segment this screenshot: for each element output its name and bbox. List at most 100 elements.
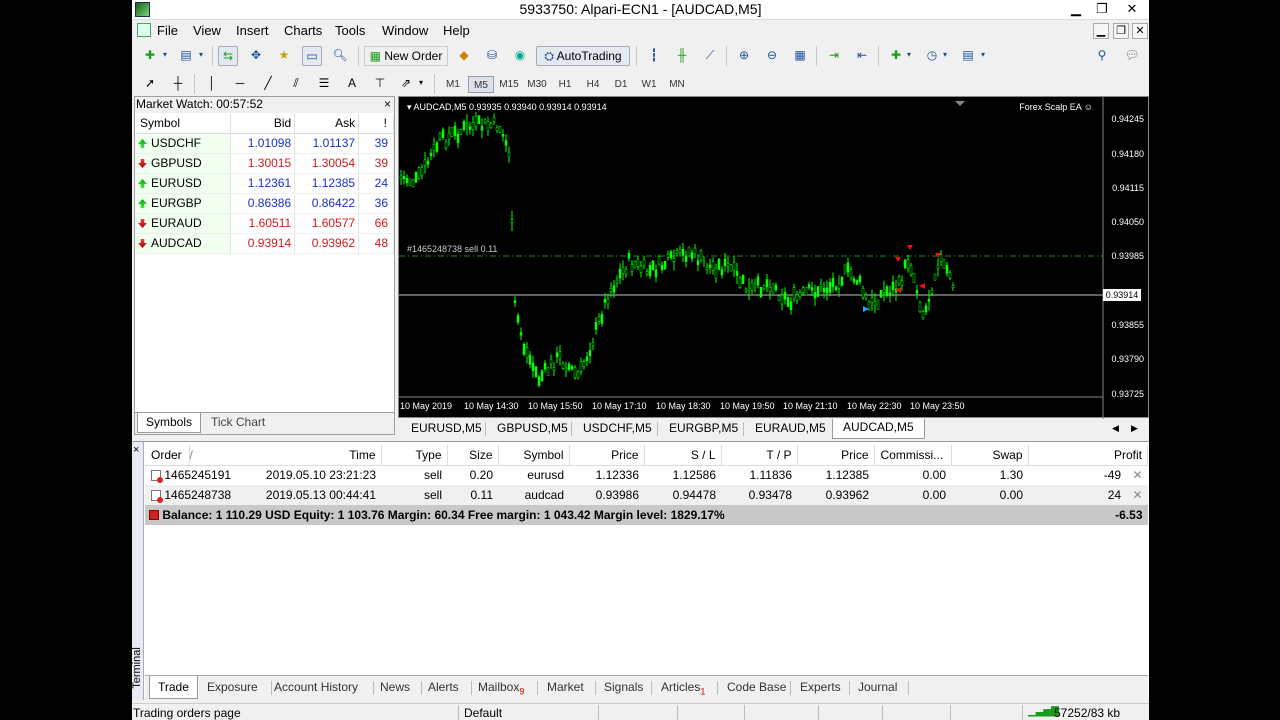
tab-experts[interactable]: Experts [800,680,841,694]
chart-tab-eurusd[interactable]: EURUSD,M5 [411,421,482,435]
col-tp[interactable]: T / P [721,445,798,466]
col-commission[interactable]: Commissi... [874,445,952,466]
col-sl[interactable]: S / L [644,445,722,466]
chart-tab-euraud[interactable]: EURAUD,M5 [755,421,826,435]
col-spread[interactable]: ! [358,114,394,134]
menu-insert[interactable]: Insert [236,23,269,38]
indicators-icon[interactable]: ✚ [886,46,906,66]
crosshair-icon[interactable]: ┼ [168,74,188,94]
trade-row[interactable]: 1465248738 2019.05.13 00:44:41 sell 0.11… [145,485,1148,505]
col-price[interactable]: Price [569,445,645,466]
market-watch-toggle-icon[interactable]: ⇆ [218,46,238,66]
tabs-scroll-left-icon[interactable]: ◀ [1112,423,1119,434]
market-watch-row-euraud[interactable]: EURAUD 1.60511 1.60577 66 [135,213,394,234]
timeframe-mn[interactable]: MN [664,76,690,93]
tabs-scroll-right-icon[interactable]: ▶ [1131,423,1138,434]
candlestick-icon[interactable]: ╫ [672,46,692,66]
timeframe-h1[interactable]: H1 [552,76,578,93]
timeframe-m15[interactable]: M15 [496,76,522,93]
equidistant-channel-icon[interactable]: ⫽ [286,74,306,94]
auto-scroll-icon[interactable]: ⇤ [852,46,872,66]
tab-alerts[interactable]: Alerts [428,680,459,694]
col-symbol[interactable]: Symbol [498,445,570,466]
tab-journal[interactable]: Journal [858,680,897,694]
chat-icon[interactable]: 💬︎ [1122,46,1142,66]
line-chart-icon[interactable]: ⟋ [700,46,720,66]
minimize-icon[interactable]: ▁ [1063,0,1089,18]
timeframe-m1[interactable]: M1 [440,76,466,93]
profile-name[interactable]: Default [464,706,502,720]
tab-mailbox[interactable]: Mailbox9 [478,680,524,696]
tab-account-history[interactable]: Account History [274,680,358,694]
trendline-icon[interactable]: ╱ [258,74,278,94]
tab-trade[interactable]: Trade [149,676,198,699]
search-icon[interactable]: ⚲ [1092,46,1112,66]
autotrading-button[interactable]: ⛭ AutoTrading [536,46,630,66]
periods-icon[interactable]: ◷ [922,46,942,66]
timeframe-w1[interactable]: W1 [636,76,662,93]
zoom-out-icon[interactable]: ⊖ [762,46,782,66]
menu-help[interactable]: Help [443,23,470,38]
metaeditor-icon[interactable]: ◆ [454,46,474,66]
new-chart-dropdown-icon[interactable]: ▾ [160,46,170,66]
menu-window[interactable]: Window [382,23,428,38]
child-restore-icon[interactable]: ❐ [1113,23,1129,39]
market-watch-row-eurusd[interactable]: EURUSD 1.12361 1.12385 24 [135,173,394,194]
zoom-in-icon[interactable]: ⊕ [734,46,754,66]
terminal-close-icon[interactable]: × [133,444,139,456]
chart-tab-audcad[interactable]: AUDCAD,M5 [832,419,925,439]
trade-row[interactable]: 1465245191 2019.05.10 23:21:23 sell 0.20… [145,465,1148,485]
signals-icon[interactable]: ◉ [510,46,530,66]
market-watch-row-eurgbp[interactable]: EURGBP 0.86386 0.86422 36 [135,193,394,214]
col-profit[interactable]: Profit [1028,445,1148,466]
tab-articles[interactable]: Articles1 [661,680,705,696]
timeframe-d1[interactable]: D1 [608,76,634,93]
col-type[interactable]: Type [381,445,448,466]
cursor-tool-icon[interactable]: ➚ [140,74,160,94]
col-swap[interactable]: Swap [951,445,1029,466]
close-order-icon[interactable]: ✕ [1132,468,1142,482]
vertical-line-icon[interactable]: │ [202,74,222,94]
navigator-icon[interactable]: ★ [274,46,294,66]
price-chart[interactable]: ▾ AUDCAD,M5 0.93935 0.93940 0.93914 0.93… [398,96,1149,419]
indicators-dropdown-icon[interactable]: ▾ [904,46,914,66]
new-order-button[interactable]: ▦ New Order [364,46,448,66]
profiles-icon[interactable]: ▤ [176,46,196,66]
col-bid[interactable]: Bid [230,114,296,134]
menu-file[interactable]: File [157,23,178,38]
tab-signals[interactable]: Signals [604,680,643,694]
child-minimize-icon[interactable]: ▁ [1093,23,1109,39]
terminal-toggle-icon[interactable]: ▭ [302,46,322,66]
col-time[interactable]: Time [245,445,382,466]
tab-code-base[interactable]: Code Base [727,680,786,694]
market-watch-row-usdchf[interactable]: USDCHF 1.01098 1.01137 39 [135,133,394,154]
menu-view[interactable]: View [193,23,221,38]
data-window-icon[interactable]: ✥ [246,46,266,66]
chart-tab-eurgbp[interactable]: EURGBP,M5 [669,421,738,435]
expert-advisor-label[interactable]: Forex Scalp EA ☺ [1019,102,1093,112]
arrows-dropdown-icon[interactable]: ▾ [416,74,426,94]
market-icon[interactable]: ⛁ [482,46,502,66]
col-size[interactable]: Size [447,445,499,466]
strategy-tester-icon[interactable]: 🔍︎ [330,46,350,66]
periods-dropdown-icon[interactable]: ▾ [940,46,950,66]
tab-exposure[interactable]: Exposure [207,680,258,694]
new-chart-icon[interactable]: ✚ [140,46,160,66]
arrows-icon[interactable]: ⇗ [396,74,416,94]
market-watch-close-icon[interactable]: × [384,97,391,112]
timeframe-m30[interactable]: M30 [524,76,550,93]
fibonacci-icon[interactable]: ☰ [314,74,334,94]
maximize-icon[interactable]: ❐ [1089,0,1115,18]
tab-tick-chart[interactable]: Tick Chart [203,413,273,433]
close-icon[interactable]: ✕ [1119,0,1145,18]
templates-icon[interactable]: ▤ [958,46,978,66]
timeframe-h4[interactable]: H4 [580,76,606,93]
text-label-icon[interactable]: ⊤ [370,74,390,94]
child-close-icon[interactable]: ✕ [1132,23,1148,39]
col-symbol[interactable]: Symbol [135,114,232,134]
chart-tab-gbpusd[interactable]: GBPUSD,M5 [497,421,568,435]
chart-shift-icon[interactable]: ⇥ [824,46,844,66]
chart-window-icon[interactable] [137,23,151,37]
chart-tab-usdchf[interactable]: USDCHF,M5 [583,421,652,435]
col-ask[interactable]: Ask [294,114,360,134]
